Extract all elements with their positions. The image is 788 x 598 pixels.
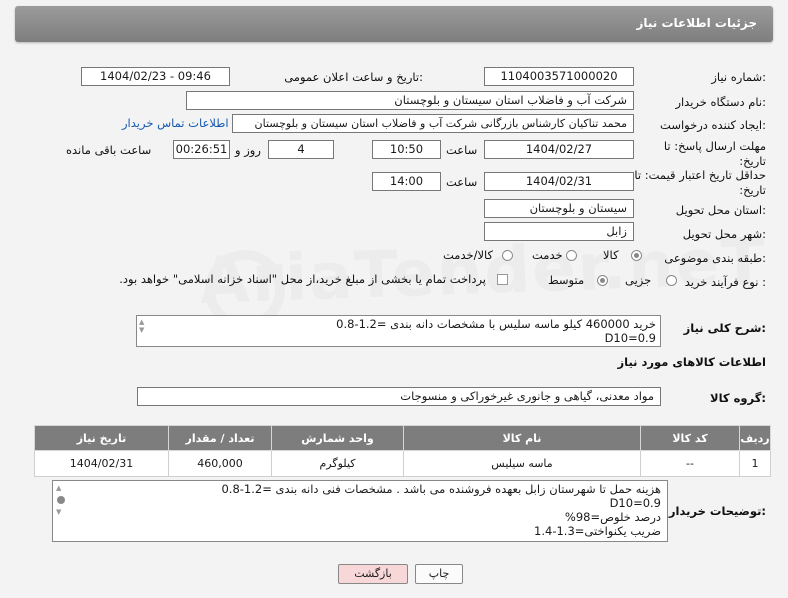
scroll-down-icon[interactable]: ▼ — [56, 508, 66, 516]
col-qty: تعداد / مقدار — [168, 425, 272, 451]
category-option-goods-service: کالا/خدمت — [443, 248, 494, 262]
back-button[interactable]: بازگشت — [338, 564, 408, 584]
description-textarea[interactable]: خرید 460000 کیلو ماسه سلیس با مشخصات دان… — [136, 315, 661, 347]
table-row: 1 -- ماسه سیلیس کیلوگرم 460,000 1404/02/… — [34, 450, 771, 477]
creator-label: ایجاد کننده درخواست: — [660, 118, 766, 132]
goods-group-field: مواد معدنی، گیاهی و جانوری غیرخوراکی و م… — [137, 387, 661, 406]
buyer-notes-scrollbar[interactable]: ▲ ▼ — [56, 484, 66, 538]
days-label: روز و — [235, 143, 261, 157]
process-label: نوع فرآیند خرید : — [684, 275, 766, 289]
city-label: شهر محل تحویل: — [682, 227, 766, 241]
scroll-thumb-icon[interactable] — [57, 496, 65, 504]
remaining-time-field: 00:26:51 — [173, 140, 230, 159]
description-label: شرح کلی نیاز: — [683, 321, 766, 335]
col-row: ردیف — [739, 425, 771, 451]
province-field: سیستان و بلوچستان — [484, 199, 634, 218]
announce-field: 1404/02/23 - 09:46 — [81, 67, 230, 86]
cell-unit: کیلوگرم — [271, 450, 404, 477]
validity-time-label: ساعت — [446, 175, 478, 189]
category-radio-goods[interactable] — [631, 250, 642, 261]
need-number-label: شماره نیاز: — [711, 70, 766, 84]
col-name: نام کالا — [403, 425, 641, 451]
cell-row: 1 — [739, 450, 771, 477]
validity-date-field: 1404/02/31 — [484, 172, 634, 191]
deadline-time-field: 10:50 — [372, 140, 441, 159]
goods-section-title: اطلاعات کالاهای مورد نیاز — [617, 355, 766, 369]
buyer-notes-line-2: D10=0.9 — [609, 496, 661, 510]
province-label: استان محل تحویل: — [675, 203, 766, 217]
process-option-minor: جزیی — [625, 273, 652, 287]
description-scroll-arrows-icon[interactable]: ▲ ▼ — [139, 318, 149, 334]
buyer-notes-line-1: هزینه حمل تا شهرستان زابل بعهده فروشنده … — [221, 482, 661, 496]
category-option-service: خدمت — [532, 248, 563, 262]
deadline-time-label: ساعت — [446, 143, 478, 157]
goods-table: ردیف کد کالا نام کالا واحد شمارش تعداد /… — [34, 425, 771, 477]
process-radio-minor[interactable] — [666, 275, 677, 286]
goods-group-label: گروه کالا: — [710, 391, 766, 405]
contact-info-link[interactable]: اطلاعات تماس خریدار — [122, 116, 229, 130]
city-field: زابل — [484, 222, 634, 241]
process-option-medium: متوسط — [548, 273, 585, 287]
page-title: جزئیات اطلاعات نیاز — [636, 16, 757, 30]
buyer-org-field: شرکت آب و فاضلاب استان سیستان و بلوچستان — [186, 91, 634, 110]
cell-date: 1404/02/31 — [34, 450, 169, 477]
col-code: کد کالا — [640, 425, 740, 451]
buyer-notes-line-4: ضریب یکنواختی=1.3-1.4 — [534, 524, 661, 538]
scroll-up-icon[interactable]: ▲ — [56, 484, 66, 492]
deadline-date-field: 1404/02/27 — [484, 140, 634, 159]
remaining-label: ساعت باقی مانده — [66, 143, 152, 157]
validity-label: حداقل تاریخ اعتبار قیمت: تا تاریخ: — [634, 168, 766, 197]
buyer-notes-label: توضیحات خریدار: — [668, 504, 766, 518]
header-bar: جزئیات اطلاعات نیاز — [15, 6, 773, 42]
col-date: تاریخ نیاز — [34, 425, 169, 451]
creator-field: محمد تناکیان کارشناس بازرگانی شرکت آب و … — [232, 114, 634, 133]
cell-code: -- — [640, 450, 740, 477]
description-line-1: خرید 460000 کیلو ماسه سلیس با مشخصات دان… — [336, 317, 656, 331]
description-line-2: D10=0.9 — [604, 331, 656, 345]
category-radio-service[interactable] — [566, 250, 577, 261]
goods-table-header: ردیف کد کالا نام کالا واحد شمارش تعداد /… — [34, 425, 771, 451]
announce-label: تاریخ و ساعت اعلان عمومی: — [284, 70, 423, 84]
category-label: طبقه بندی موضوعی: — [664, 251, 766, 265]
print-button[interactable]: چاپ — [415, 564, 463, 584]
treasury-payment-checkbox[interactable] — [497, 274, 508, 285]
cell-qty: 460,000 — [168, 450, 272, 477]
process-radio-medium[interactable] — [597, 275, 608, 286]
treasury-payment-note: پرداخت تمام یا بخشی از مبلغ خرید،از محل … — [119, 272, 486, 286]
cell-name: ماسه سیلیس — [403, 450, 641, 477]
deadline-label: مهلت ارسال پاسخ: تا تاریخ: — [663, 139, 766, 168]
col-unit: واحد شمارش — [271, 425, 404, 451]
buyer-notes-textarea[interactable]: هزینه حمل تا شهرستان زابل بعهده فروشنده … — [52, 480, 668, 542]
category-radio-goods-service[interactable] — [502, 250, 513, 261]
buyer-org-label: نام دستگاه خریدار: — [675, 95, 766, 109]
buyer-notes-line-3: درصد خلوص=98% — [564, 510, 661, 524]
days-field: 4 — [268, 140, 334, 159]
validity-time-field: 14:00 — [372, 172, 441, 191]
need-number-field: 1104003571000020 — [484, 67, 634, 86]
category-option-goods: کالا — [603, 248, 619, 262]
